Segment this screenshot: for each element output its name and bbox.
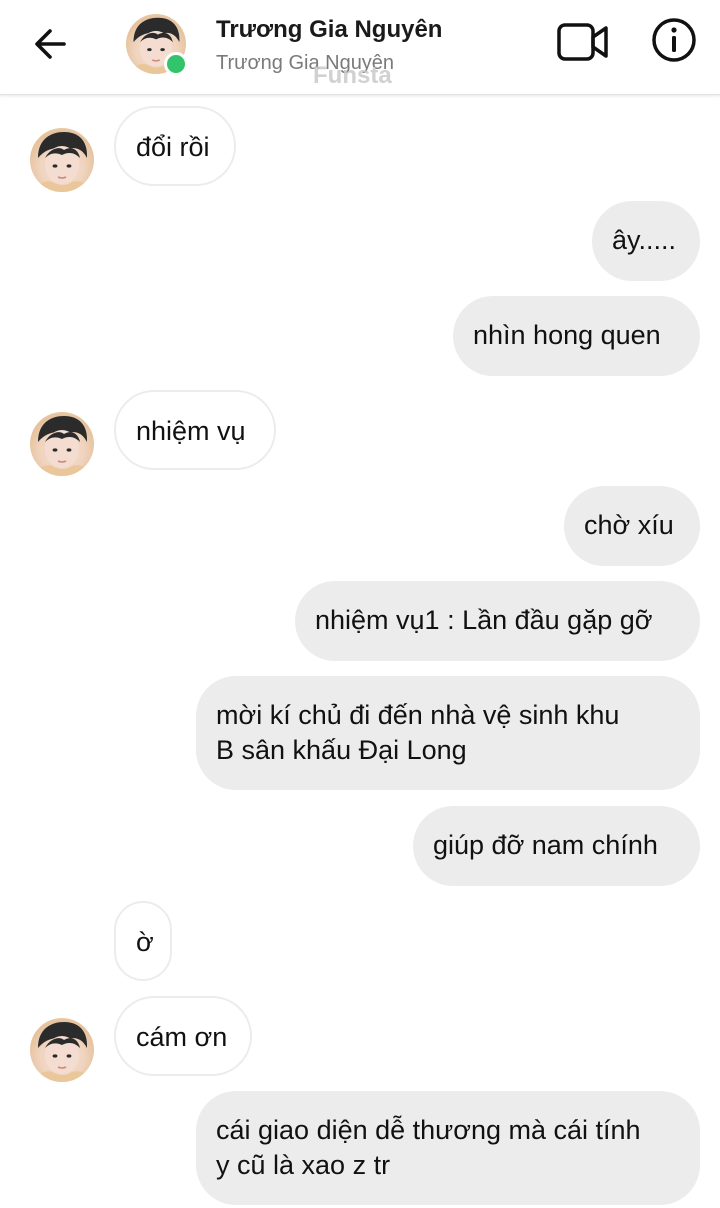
contact-avatar-button[interactable] <box>126 14 188 76</box>
arrow-left-icon <box>35 29 66 59</box>
incoming-message[interactable]: đổi rồi <box>114 106 236 186</box>
outgoing-message[interactable]: chờ xíu <box>564 486 700 566</box>
incoming-message[interactable]: nhiệm vụ <box>114 390 276 470</box>
outgoing-message[interactable]: cái giao diện dễ thương mà cái tính y cũ… <box>196 1091 700 1205</box>
sender-avatar <box>30 1018 94 1082</box>
contact-name[interactable]: Trương Gia Nguyên <box>216 16 442 44</box>
incoming-message[interactable]: cám ơn <box>114 996 252 1076</box>
outgoing-message[interactable]: nhìn hong quen <box>453 296 700 376</box>
chat-header: Trương Gia Nguyên Trương Gia Nguyên Funs… <box>0 0 720 95</box>
watermark: Funsta <box>313 62 392 89</box>
video-call-button[interactable] <box>556 20 610 64</box>
outgoing-message[interactable]: ây..... <box>592 201 700 281</box>
incoming-message[interactable]: ờ <box>114 901 172 981</box>
info-circle-icon <box>652 18 696 62</box>
video-camera-icon <box>557 23 608 61</box>
sender-avatar <box>30 128 94 192</box>
outgoing-message[interactable]: mời kí chủ đi đến nhà vệ sinh khu B sân … <box>196 676 700 790</box>
online-status-dot <box>164 52 188 76</box>
back-button[interactable] <box>28 22 72 66</box>
sender-avatar <box>30 412 94 476</box>
outgoing-message[interactable]: giúp đỡ nam chính <box>413 806 700 886</box>
outgoing-message[interactable]: nhiệm vụ1 : Lần đầu gặp gỡ <box>295 581 700 661</box>
info-button[interactable] <box>650 16 698 64</box>
